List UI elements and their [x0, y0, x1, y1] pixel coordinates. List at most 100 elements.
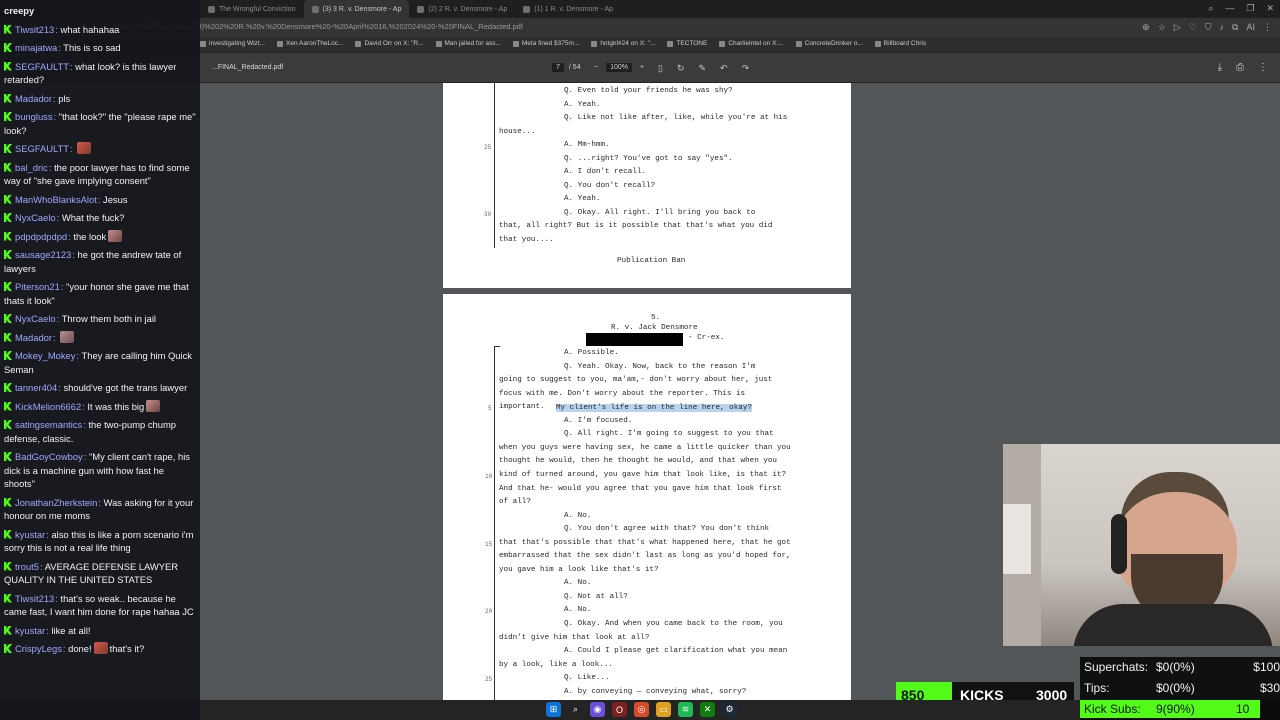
bookmark-item[interactable]: Billboard Chris [874, 40, 926, 47]
steam-icon[interactable]: ⚙ [722, 702, 737, 717]
draw-icon[interactable]: ✎ [699, 63, 707, 74]
transcript-line: important. [499, 403, 545, 412]
chat-username[interactable]: Mokey_Mokey [15, 350, 75, 361]
search-icon[interactable]: ⌕ [1208, 3, 1213, 14]
opera-icon[interactable]: O [612, 702, 627, 717]
chat-username[interactable]: kyustar [15, 625, 45, 636]
chat-username[interactable]: bungluss [15, 111, 53, 122]
more-icon[interactable]: ⋮ [1258, 62, 1268, 73]
search-icon[interactable]: ⌕ [568, 702, 583, 717]
maximize-icon[interactable]: ❐ [1246, 3, 1254, 14]
zoom-out-icon[interactable]: − [594, 64, 598, 71]
undo-icon[interactable]: ↶ [720, 63, 728, 74]
chat-username[interactable]: satingsemantics [15, 419, 82, 430]
chat-message: sausage2123: he got the andrew tate of l… [4, 249, 182, 274]
chat-username[interactable]: bal_dric [15, 162, 48, 173]
superchats-label: Superchats: [1084, 660, 1149, 674]
bookmark-favicon-icon [795, 40, 802, 47]
bookmark-item[interactable]: TECTONE [667, 40, 707, 47]
page-number-input[interactable]: 7 [552, 63, 564, 72]
volume-icon[interactable]: ♪ [1220, 22, 1225, 33]
extensions-icon[interactable]: ⧉ [1232, 22, 1238, 33]
chat-username[interactable]: tanner404 [15, 382, 57, 393]
bookmark-item[interactable]: Man jailed for ass... [435, 40, 501, 47]
pdf-filename: ...FINAL_Redacted.pdf [212, 64, 284, 71]
chat-username[interactable]: KickMelion6662 [15, 401, 81, 412]
bookmark-item[interactable]: David Orr on X: "R... [355, 40, 424, 47]
browser-tab[interactable]: (3) 3 R. v. Densmore - Ap [303, 0, 410, 18]
chat-username[interactable]: CrispyLegs [15, 643, 62, 654]
menu-icon[interactable]: ⋮ [1263, 22, 1272, 33]
bookmark-label: Man jailed for ass... [444, 40, 501, 47]
chat-username[interactable]: minajatwa [15, 42, 57, 53]
chat-text: This is so sad [63, 42, 121, 53]
bookmark-item[interactable]: Xen AaronTheLoc... [277, 40, 343, 47]
play-icon[interactable]: ▷ [1174, 22, 1181, 33]
browser-tab[interactable]: (2) 2 R. v. Densmore - Ap [409, 0, 515, 18]
bookmark-icon[interactable]: ☆ [1158, 22, 1166, 33]
kick-badge-icon [4, 420, 12, 429]
chat-username[interactable]: ManWhoBlanksAlot [15, 194, 97, 205]
chat-username[interactable]: Tiwsit213 [15, 24, 54, 35]
zoom-in-icon[interactable]: + [640, 64, 644, 71]
kick-badge-icon [4, 93, 12, 103]
taskbar: ⊞ ⌕ ◉ O ◎ ▭ ≋ ✕ ⚙ [200, 700, 1080, 720]
zoom-icon[interactable]: ⊕ [1142, 22, 1150, 33]
heart-icon[interactable]: ♡ [1189, 22, 1197, 33]
browser-tab[interactable]: (1) 1 R. v. Densmore - Ap [515, 0, 621, 18]
spotify-icon[interactable]: ≋ [678, 702, 693, 717]
chat-username[interactable]: pdpdpdpdpd [15, 231, 67, 242]
copilot-icon[interactable]: ◉ [590, 702, 605, 717]
chat-username[interactable]: sausage2123 [15, 249, 71, 260]
chat-username[interactable]: Madador [15, 332, 52, 343]
cross-exam-label: - Cr-ex. [688, 334, 725, 342]
pdf-tools: ▯ ↻ ✎ ↶ ↷ [658, 63, 749, 74]
transcript-line: A. I don't recall. [564, 168, 647, 176]
chat-username[interactable]: Madador [15, 93, 52, 104]
line-number: 25 [484, 144, 492, 151]
chat-username[interactable]: Tiwsit213 [15, 593, 54, 604]
bookmark-item[interactable]: investigating Wizt... [200, 40, 265, 47]
bookmark-item[interactable]: ConcreteDrinker o... [795, 40, 863, 47]
bookmark-item[interactable]: CharlieIntel on X:... [719, 40, 784, 47]
chat-username[interactable]: SEGFAULTT [15, 61, 69, 72]
chat-text: like at all! [51, 624, 91, 636]
rotate-icon[interactable]: ↻ [677, 63, 685, 74]
bookmark-item[interactable]: Meta fined $375m... [512, 40, 579, 47]
xbox-icon[interactable]: ✕ [700, 702, 715, 717]
transcript-line: going to suggest to you, ma'am,- don't w… [499, 376, 773, 385]
chat-username[interactable]: trout5 [15, 561, 39, 572]
chat-message: Tiwsit213: that's so weak.. because he c… [4, 592, 194, 617]
transcript-line: Q. Like... [564, 674, 610, 683]
redo-icon[interactable]: ↷ [742, 63, 750, 74]
line-number: 5 [488, 405, 492, 412]
bookmark-item[interactable]: hotgirl#24 on X: "... [591, 40, 655, 47]
chat-username[interactable]: NyxCaelo [15, 212, 56, 223]
chat-message: Madador: [4, 330, 196, 345]
transcript-line: Q. Not at all? [564, 592, 628, 601]
zoom-level[interactable]: 100% [606, 63, 632, 72]
print-icon[interactable]: ⎙ [1236, 62, 1244, 73]
kick-badge-icon [4, 162, 12, 172]
chrome-icon[interactable]: ◎ [634, 702, 649, 717]
windows-start-icon[interactable]: ⊞ [546, 702, 561, 717]
ai-icon[interactable]: AI [1246, 22, 1255, 33]
chat-username[interactable]: Piterson21 [15, 281, 60, 292]
redaction-box [586, 333, 683, 346]
minimize-icon[interactable]: — [1225, 3, 1234, 14]
shield-icon[interactable]: ⛉ [1205, 22, 1212, 33]
chat-username[interactable]: SEGFAULTT [15, 143, 69, 154]
close-icon[interactable]: ✕ [1266, 3, 1274, 14]
file-explorer-icon[interactable]: ▭ [656, 702, 671, 717]
chat-username[interactable]: BadGoyCowboy [15, 451, 83, 462]
chat-username[interactable]: NyxCaelo [15, 313, 56, 324]
download-icon[interactable]: ⤓ [1218, 62, 1222, 73]
chat-username[interactable]: kyustar [15, 529, 45, 540]
browser-tab[interactable]: The Wrongful Conviction [200, 0, 304, 18]
fit-page-icon[interactable]: ▯ [658, 63, 663, 74]
superchats-value: $0(0%) [1156, 660, 1195, 674]
chat-message: KickMelion6662: It was this big [4, 399, 196, 414]
kick-badge-icon [4, 561, 12, 571]
highlighted-text[interactable]: My client's life is on the line here, ok… [556, 404, 752, 412]
chat-username[interactable]: JonathanZherkstein [15, 497, 97, 508]
